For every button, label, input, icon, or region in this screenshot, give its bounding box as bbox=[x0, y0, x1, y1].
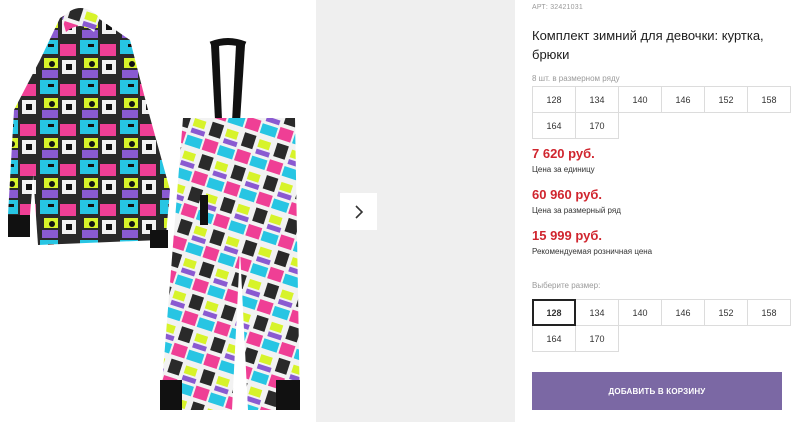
pack-price-label: Цена за размерный ряд bbox=[532, 206, 621, 215]
pack-size-cell: 140 bbox=[618, 86, 662, 113]
size-selector: 128 134 140 146 152 158 164 170 bbox=[532, 299, 791, 352]
pack-size-cell: 152 bbox=[704, 86, 748, 113]
retail-price: 15 999 руб. bbox=[532, 228, 603, 243]
pack-size-cell: 170 bbox=[575, 112, 619, 139]
article-number: АРТ: 32421031 bbox=[532, 4, 583, 11]
size-option[interactable]: 134 bbox=[575, 299, 619, 326]
winter-suit-image bbox=[8, 8, 300, 410]
product-photo[interactable] bbox=[0, 0, 316, 432]
chevron-right-icon bbox=[354, 204, 363, 219]
pack-size-cell: 164 bbox=[532, 112, 576, 139]
retail-price-label: Рекомендуемая розничная цена bbox=[532, 247, 653, 256]
pack-label: 8 шт. в размерном ряду bbox=[532, 74, 620, 83]
size-option[interactable]: 170 bbox=[575, 325, 619, 352]
add-to-cart-button[interactable]: Добавить в корзину bbox=[532, 372, 782, 410]
next-photo-button[interactable] bbox=[340, 193, 377, 230]
size-option[interactable]: 146 bbox=[661, 299, 705, 326]
product-gallery bbox=[0, 0, 515, 432]
size-option[interactable]: 158 bbox=[747, 299, 791, 326]
size-option[interactable]: 164 bbox=[532, 325, 576, 352]
unit-price: 7 620 руб. bbox=[532, 146, 595, 161]
size-option-selected[interactable]: 128 bbox=[532, 299, 576, 326]
unit-price-label: Цена за единицу bbox=[532, 165, 595, 174]
pack-price: 60 960 руб. bbox=[532, 187, 603, 202]
product-title: Комплект зимний для девочки: куртка, брю… bbox=[532, 28, 764, 62]
pack-size-cell: 128 bbox=[532, 86, 576, 113]
pack-size-grid: 128 134 140 146 152 158 164 170 bbox=[532, 86, 791, 139]
size-option[interactable]: 140 bbox=[618, 299, 662, 326]
pack-size-cell: 146 bbox=[661, 86, 705, 113]
product-info: АРТ: 32421031 Комплект зимний для девочк… bbox=[532, 0, 800, 432]
pack-size-cell: 158 bbox=[747, 86, 791, 113]
size-option[interactable]: 152 bbox=[704, 299, 748, 326]
pack-size-cell: 134 bbox=[575, 86, 619, 113]
size-select-label: Выберите размер: bbox=[532, 281, 601, 290]
